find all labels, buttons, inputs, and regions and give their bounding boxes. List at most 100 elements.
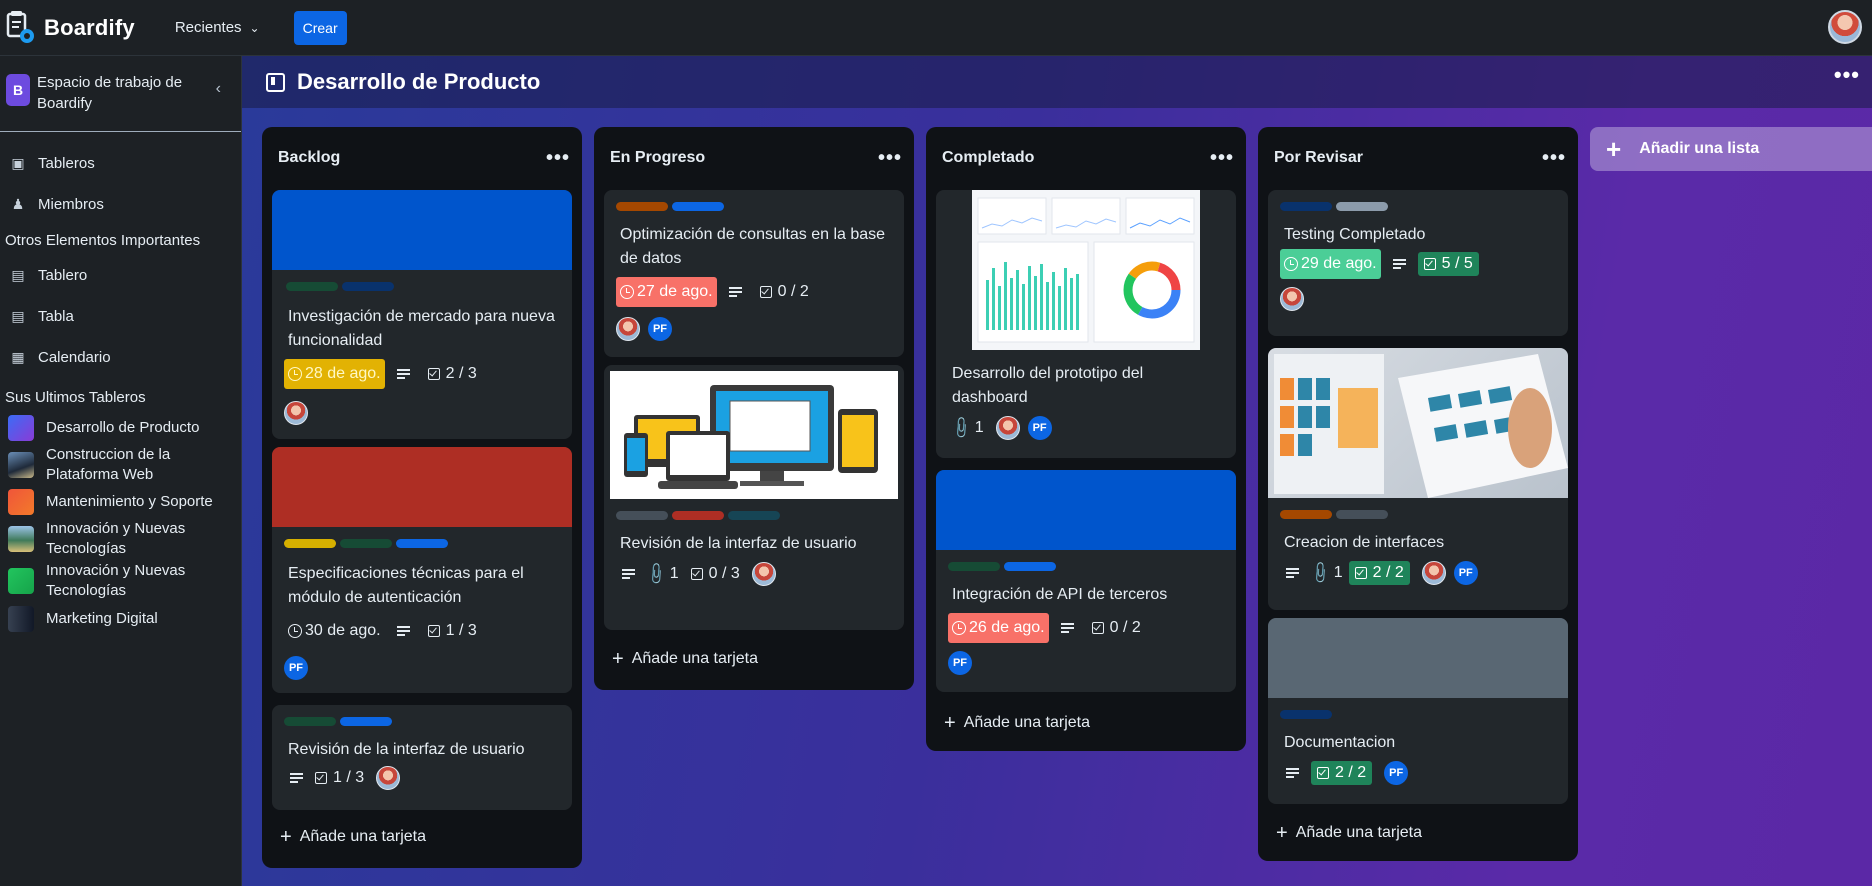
sidebar-item-calendario[interactable]: ▦ Calendario xyxy=(0,337,241,378)
clock-icon xyxy=(620,285,634,299)
list-title: Por Revisar xyxy=(1274,149,1363,166)
label[interactable] xyxy=(616,511,668,520)
due-date-badge[interactable]: 30 de ago. xyxy=(284,616,385,646)
card[interactable]: Optimización de consultas en la base de … xyxy=(604,190,904,357)
member-avatar[interactable]: PF xyxy=(1384,761,1409,785)
card[interactable]: Documentacion 2 / 2 PF xyxy=(1268,618,1568,804)
card[interactable]: Integración de API de terceros 26 de ago… xyxy=(936,470,1236,692)
checklist-badge: 2 / 3 xyxy=(422,362,483,386)
recent-board-link[interactable]: Marketing Digital xyxy=(0,602,241,636)
label[interactable] xyxy=(1336,510,1388,519)
recent-board-link[interactable]: Desarrollo de Producto xyxy=(0,412,241,444)
card[interactable]: Creacion de interfaces 📎 1 2 / 2 PF xyxy=(1268,348,1568,610)
due-date-badge[interactable]: 29 de ago. xyxy=(1280,249,1381,279)
sidebar-item-tabla[interactable]: ▤ Tabla xyxy=(0,296,241,337)
checklist-badge-complete: 2 / 2 xyxy=(1311,761,1373,785)
recent-board-link[interactable]: Construccion de la Plataforma Web xyxy=(0,444,241,486)
card-labels xyxy=(272,539,572,548)
member-avatar[interactable] xyxy=(376,766,401,790)
sidebar-item-miembros[interactable]: ♟ Miembros xyxy=(0,184,241,225)
member-avatar[interactable] xyxy=(1421,561,1446,585)
card-members: PF xyxy=(1421,561,1478,585)
add-card-button[interactable]: + Añade una tarjeta xyxy=(944,712,1090,734)
label[interactable] xyxy=(340,717,392,726)
card[interactable]: Desarrollo del prototipo del dashboard 📎… xyxy=(936,190,1236,458)
label[interactable] xyxy=(1280,202,1332,211)
list-menu-icon[interactable]: ••• xyxy=(1542,147,1566,170)
paperclip-icon: 📎 xyxy=(948,415,974,441)
card[interactable]: Revisión de la interfaz de usuario 1 / 3 xyxy=(272,705,572,810)
member-avatar[interactable]: PF xyxy=(284,656,308,680)
member-avatar[interactable] xyxy=(995,416,1020,440)
label[interactable] xyxy=(616,202,668,211)
member-avatar[interactable]: PF xyxy=(948,651,972,675)
card-members: PF xyxy=(272,656,572,680)
label[interactable] xyxy=(1336,202,1388,211)
chevron-down-icon: ⌄ xyxy=(249,20,260,35)
label[interactable] xyxy=(672,202,724,211)
label[interactable] xyxy=(672,511,724,520)
list-menu-icon[interactable]: ••• xyxy=(878,147,902,170)
add-card-button[interactable]: + Añade una tarjeta xyxy=(280,827,426,847)
card[interactable]: Investigación de mercado para nueva func… xyxy=(272,190,572,439)
label[interactable] xyxy=(728,511,780,520)
card[interactable]: Revisión de la interfaz de usuario 📎 1 0… xyxy=(604,365,904,630)
card-title: Investigación de mercado para nueva func… xyxy=(288,308,555,349)
recent-board-label: Desarrollo de Producto xyxy=(46,419,200,436)
attachment-badge: 📎 1 xyxy=(948,416,983,441)
list-menu-icon[interactable]: ••• xyxy=(1210,147,1234,170)
recent-dropdown[interactable]: Recientes ⌄ xyxy=(175,19,260,36)
card-title: Testing Completado xyxy=(1284,226,1426,243)
app-logo[interactable]: Boardify xyxy=(6,10,135,45)
label[interactable] xyxy=(284,717,336,726)
due-date-text: 30 de ago. xyxy=(305,622,381,639)
member-avatar[interactable]: PF xyxy=(1453,561,1478,585)
label[interactable] xyxy=(1004,562,1056,571)
due-date-badge[interactable]: 28 de ago. xyxy=(284,359,385,389)
add-list-button[interactable]: + Añadir una lista xyxy=(1590,127,1872,171)
recent-board-link[interactable]: Mantenimiento y Soporte xyxy=(0,486,241,518)
sidebar-item-label: Tableros xyxy=(38,155,95,172)
card-labels xyxy=(604,511,904,520)
label[interactable] xyxy=(340,539,392,548)
sidebar-item-tablero[interactable]: ▤ Tablero xyxy=(0,255,241,296)
checklist-badge: 0 / 2 xyxy=(1086,616,1147,640)
checklist-count: 0 / 2 xyxy=(777,283,809,300)
clock-icon xyxy=(952,621,966,635)
plus-icon: + xyxy=(944,712,956,734)
recent-board-label: Mantenimiento y Soporte xyxy=(46,493,213,510)
recent-board-link[interactable]: Innovación y Nuevas Tecnologías xyxy=(0,518,241,560)
label[interactable] xyxy=(284,539,336,548)
member-avatar[interactable]: PF xyxy=(1027,416,1052,440)
checklist-icon xyxy=(1354,567,1367,579)
user-avatar[interactable] xyxy=(1828,10,1862,44)
add-card-button[interactable]: + Añade una tarjeta xyxy=(612,649,758,669)
member-avatar[interactable] xyxy=(1280,287,1304,311)
add-card-button[interactable]: + Añade una tarjeta xyxy=(1276,823,1422,843)
recent-board-link[interactable]: Innovación y Nuevas Tecnologías xyxy=(0,560,241,602)
member-avatar[interactable] xyxy=(284,401,308,425)
member-avatar[interactable] xyxy=(616,317,640,341)
label[interactable] xyxy=(396,539,448,548)
workspace-name: Espacio de trabajo de Boardify xyxy=(37,74,183,112)
list-header: Backlog ••• xyxy=(262,127,582,189)
label[interactable] xyxy=(948,562,1000,571)
label[interactable] xyxy=(1280,510,1332,519)
collapse-sidebar-icon[interactable]: ‹ xyxy=(216,80,221,98)
card[interactable]: Testing Completado 29 de ago. 5 / 5 xyxy=(1268,190,1568,336)
sidebar-item-tableros[interactable]: ▣ Tableros xyxy=(0,143,241,184)
description-icon xyxy=(396,626,410,636)
card[interactable]: Optimización de consultas en la base de … xyxy=(272,447,572,693)
member-avatar[interactable]: PF xyxy=(648,317,672,341)
member-avatar[interactable] xyxy=(751,562,776,586)
due-date-badge[interactable]: 27 de ago. xyxy=(616,277,717,307)
more-options-icon[interactable]: ••• xyxy=(1834,62,1860,88)
label[interactable] xyxy=(342,282,394,291)
due-date-badge[interactable]: 26 de ago. xyxy=(948,613,1049,643)
card-title: Especificaciones técnicas para el módulo… xyxy=(288,565,524,606)
list-menu-icon[interactable]: ••• xyxy=(546,147,570,170)
label[interactable] xyxy=(1280,710,1332,719)
label[interactable] xyxy=(286,282,338,291)
card-cover xyxy=(272,447,572,527)
create-button[interactable]: Crear xyxy=(293,10,347,45)
